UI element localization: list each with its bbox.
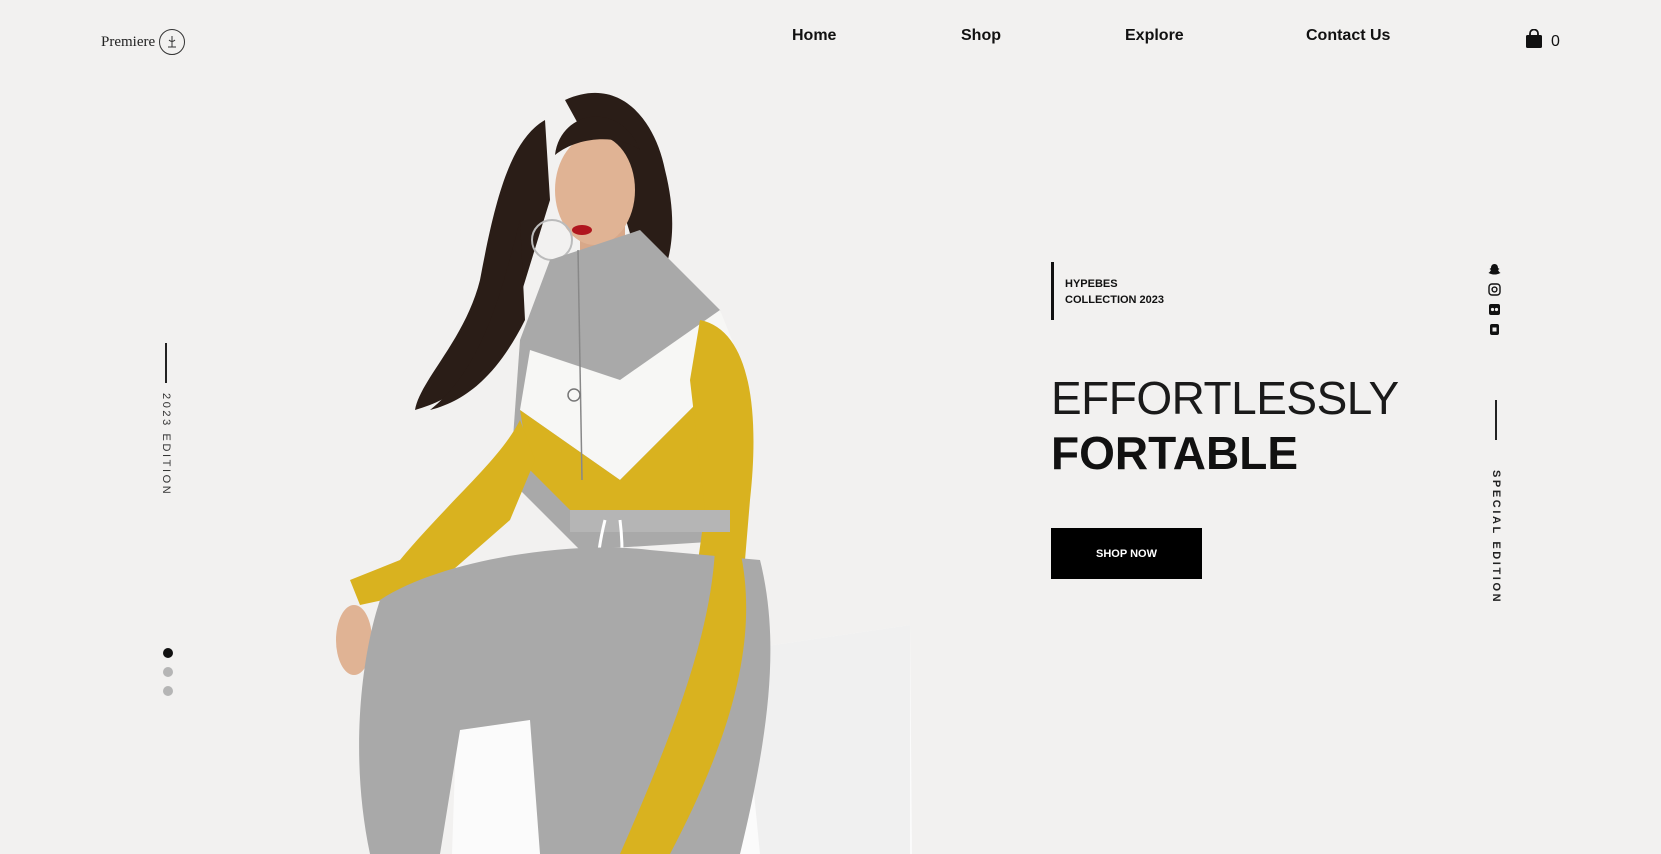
slider-dot-1[interactable]	[163, 648, 173, 658]
hero-model-image	[320, 80, 960, 854]
right-rail: SPECIAL EDITION	[1481, 400, 1511, 604]
snapchat-icon[interactable]	[1487, 262, 1501, 276]
headline-bold: FORTABLE	[1051, 427, 1299, 479]
shopping-bag-icon	[1525, 28, 1543, 54]
instagram-icon[interactable]	[1487, 282, 1501, 296]
special-edition-label: SPECIAL EDITION	[1490, 470, 1502, 605]
cart-button[interactable]: 0	[1525, 28, 1560, 54]
tag-line-2: COLLECTION 2023	[1065, 294, 1165, 306]
hero-content: HYPEBES COLLECTION 2023 EFFORTLESSLY FOR…	[1051, 262, 1399, 579]
social-links	[1487, 262, 1501, 336]
divider-line	[1495, 400, 1497, 440]
nav-contact-link[interactable]: Contact Us	[1306, 27, 1390, 45]
tag-line-1: HYPEBES	[1065, 278, 1118, 290]
headline-light: EFFORTLESSLY	[1051, 372, 1399, 424]
divider-line	[165, 343, 167, 383]
slider-dot-3[interactable]	[163, 686, 173, 696]
flickr-icon[interactable]	[1487, 302, 1501, 316]
nav-shop-link[interactable]: Shop	[961, 27, 1001, 45]
nav-home-link[interactable]: Home	[792, 27, 836, 45]
edition-label: 2023 EDITION	[160, 393, 172, 497]
shop-now-button[interactable]: SHOP NOW	[1051, 528, 1202, 579]
slider-dot-2[interactable]	[163, 667, 173, 677]
slider-pagination	[163, 648, 173, 696]
collection-tag: HYPEBES COLLECTION 2023	[1051, 262, 1399, 320]
left-rail: 2023 EDITION	[151, 343, 181, 496]
cart-count: 0	[1551, 32, 1560, 50]
brand-name: Premiere	[101, 33, 156, 50]
logo-emblem-icon	[159, 29, 186, 55]
brand-logo[interactable]: Premiere	[101, 29, 186, 55]
nav-explore-link[interactable]: Explore	[1125, 27, 1184, 45]
video-icon[interactable]	[1487, 322, 1501, 336]
